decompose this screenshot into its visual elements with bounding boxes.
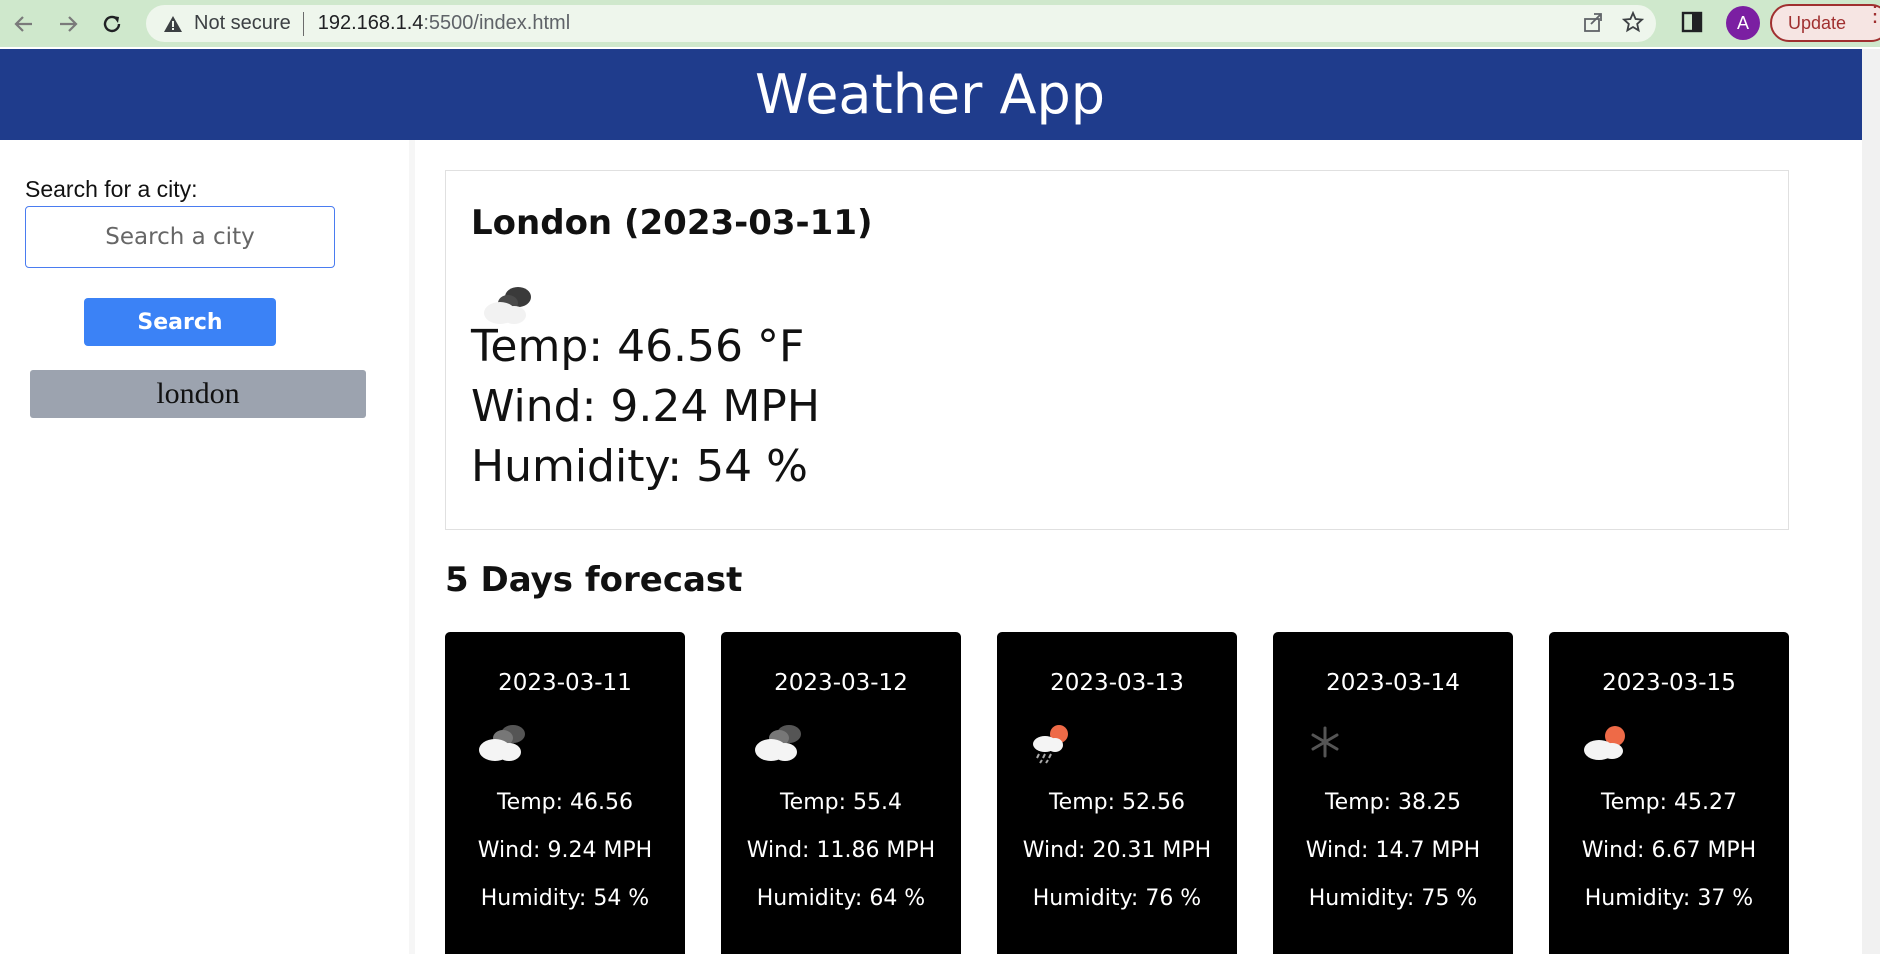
not-secure-label[interactable]: Not secure [194, 12, 291, 35]
menu-dots-icon[interactable]: ⋮ [1864, 3, 1880, 25]
rain-sun-icon [1027, 720, 1087, 764]
reload-button[interactable] [92, 4, 132, 44]
forecast-humidity: Humidity: 37 % [1584, 886, 1754, 911]
current-weather-card: London (2023-03-11) Temp: 46.56 °F Wind:… [445, 170, 1789, 530]
url-host: 192.168.1.4 [317, 12, 424, 34]
forecast-humidity: Humidity: 54 % [480, 886, 650, 911]
url-text[interactable]: 192.168.1.4:5500/index.html [318, 12, 570, 35]
forecast-card: 2023-03-11 Temp: 46.56 Wind: 9.24 MPH Hu… [445, 632, 685, 954]
reload-icon [103, 15, 121, 32]
forecast-card: 2023-03-12 Temp: 55.4 Wind: 11.86 MPH Hu… [721, 632, 961, 954]
profile-avatar[interactable]: A [1726, 6, 1760, 40]
forecast-humidity: Humidity: 75 % [1308, 886, 1478, 911]
forecast-wind: Wind: 11.86 MPH [746, 838, 936, 863]
forecast-temp: Temp: 46.56 [496, 790, 634, 815]
forecast-wind: Wind: 9.24 MPH [477, 838, 653, 863]
forecast-date: 2023-03-12 [774, 670, 908, 696]
back-button[interactable] [4, 4, 44, 44]
current-wind: Wind: 9.24 MPH [471, 381, 820, 432]
address-bar[interactable]: Not secure 192.168.1.4:5500/index.html [146, 5, 1656, 42]
current-humidity: Humidity: 54 % [471, 441, 808, 492]
forecast-list: 2023-03-11 Temp: 46.56 Wind: 9.24 MPH Hu… [445, 632, 1789, 954]
forecast-temp: Temp: 55.4 [779, 790, 903, 815]
forecast-wind: Wind: 14.7 MPH [1305, 838, 1481, 863]
current-city-title: London (2023-03-11) [471, 203, 873, 243]
forecast-title: 5 Days forecast [445, 560, 743, 600]
divider [302, 11, 304, 36]
forecast-card: 2023-03-14 Temp: 38.25 Wind: 14.7 MPH Hu… [1273, 632, 1513, 954]
search-button[interactable]: Search [84, 298, 276, 346]
page: Not secure 192.168.1.4:5500/index.html A… [0, 0, 1880, 954]
history-button-london[interactable]: london [30, 370, 366, 418]
search-label: Search for a city: [25, 176, 198, 202]
forecast-card: 2023-03-15 Temp: 45.27 Wind: 6.67 MPH Hu… [1549, 632, 1789, 954]
warning-icon[interactable] [162, 13, 184, 35]
app-header: Weather App [0, 49, 1880, 140]
forecast-date: 2023-03-11 [498, 670, 632, 696]
forecast-humidity: Humidity: 64 % [756, 886, 926, 911]
snow-icon [1303, 720, 1363, 764]
forecast-date: 2023-03-13 [1050, 670, 1184, 696]
forecast-temp: Temp: 45.27 [1600, 790, 1738, 815]
share-icon[interactable] [1582, 11, 1604, 38]
search-input[interactable] [25, 206, 335, 268]
forecast-temp: Temp: 38.25 [1324, 790, 1462, 815]
scrollbar[interactable] [1862, 49, 1880, 954]
forecast-humidity: Humidity: 76 % [1032, 886, 1202, 911]
arrow-left-icon [14, 15, 32, 32]
url-path: :5500/index.html [423, 12, 571, 34]
broken-clouds-icon [751, 720, 811, 764]
forecast-date: 2023-03-14 [1326, 670, 1460, 696]
forecast-card: 2023-03-13 Temp: 52.56 Wind: 20.31 MPH H… [997, 632, 1237, 954]
app-title: Weather App [754, 63, 1106, 126]
star-icon[interactable] [1621, 10, 1645, 38]
few-clouds-icon [1579, 720, 1639, 764]
side-panel-icon[interactable] [1680, 10, 1704, 39]
arrow-right-icon [60, 15, 78, 32]
forecast-wind: Wind: 20.31 MPH [1022, 838, 1212, 863]
current-temp: Temp: 46.56 °F [471, 321, 805, 372]
forecast-temp: Temp: 52.56 [1048, 790, 1186, 815]
browser-toolbar: Not secure 192.168.1.4:5500/index.html A… [0, 0, 1880, 47]
forecast-wind: Wind: 6.67 MPH [1581, 838, 1757, 863]
forward-button[interactable] [48, 4, 88, 44]
forecast-date: 2023-03-15 [1602, 670, 1736, 696]
broken-clouds-icon [475, 720, 535, 764]
